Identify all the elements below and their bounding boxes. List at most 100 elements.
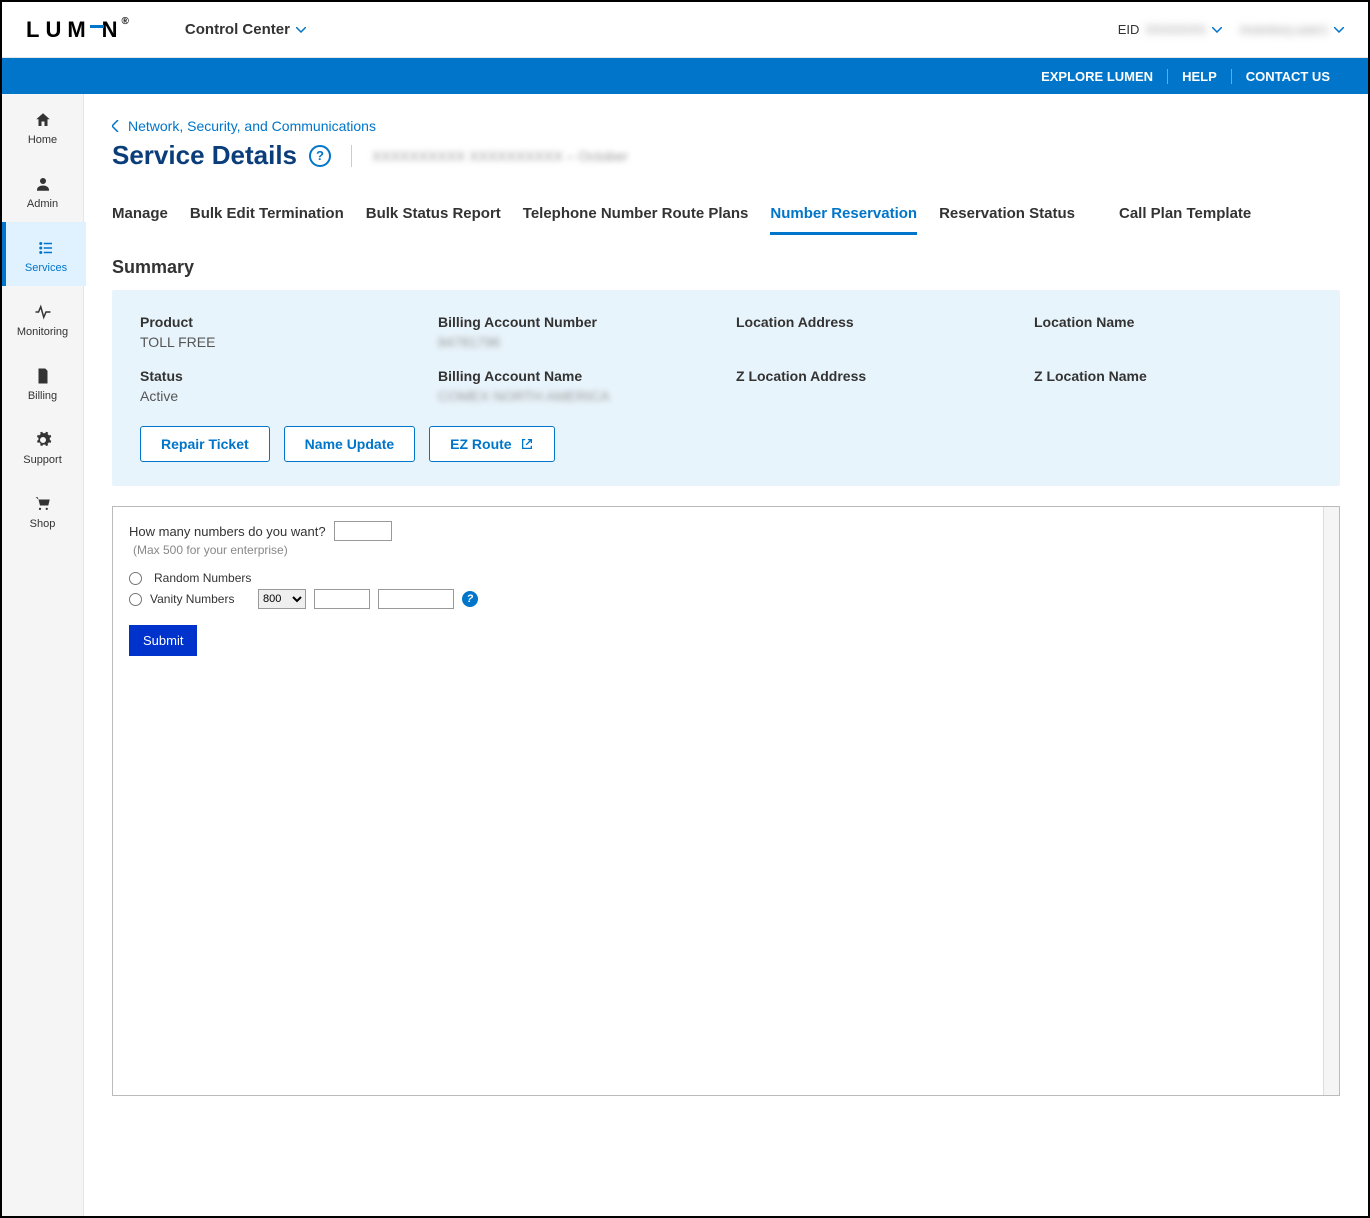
sidebar-item-label: Home (28, 134, 57, 146)
prefix-select[interactable]: 800 (258, 589, 306, 609)
submit-button[interactable]: Submit (129, 625, 197, 656)
vanity-numbers-label: Vanity Numbers (150, 592, 250, 606)
logo-bar-icon (90, 25, 104, 28)
invoice-icon (33, 366, 53, 386)
user-value: inventory.user1 (1240, 22, 1328, 37)
summary-field-value: 84781796 (438, 334, 716, 350)
breadcrumb-label: Network, Security, and Communications (128, 118, 376, 134)
sidebar-item-label: Support (23, 454, 62, 466)
chevron-left-icon (112, 120, 120, 132)
tab-manage[interactable]: Manage (112, 195, 168, 235)
help-icon[interactable]: ? (462, 591, 478, 607)
random-numbers-label: Random Numbers (154, 571, 254, 585)
logo-text-2: N (102, 17, 124, 43)
control-center-label: Control Center (185, 21, 290, 38)
registered-icon: ® (122, 16, 129, 27)
summary-location-name: Location Name (1034, 314, 1312, 350)
name-update-button[interactable]: Name Update (284, 426, 415, 462)
explore-lumen-link[interactable]: EXPLORE LUMEN (1027, 69, 1167, 84)
summary-actions: Repair Ticket Name Update EZ Route (140, 426, 1312, 462)
control-center-dropdown[interactable]: Control Center (185, 21, 306, 38)
tab-bulk-status-report[interactable]: Bulk Status Report (366, 195, 501, 235)
sidebar: Home Admin Services Monitoring Billing S… (2, 94, 84, 1216)
main-content: Network, Security, and Communications Se… (84, 94, 1368, 1216)
random-numbers-radio[interactable] (129, 572, 142, 585)
list-icon (36, 238, 56, 258)
help-icon[interactable]: ? (309, 145, 331, 167)
summary-grid: Product TOLL FREE Billing Account Number… (140, 314, 1312, 404)
tab-telephone-number-route-plans[interactable]: Telephone Number Route Plans (523, 195, 749, 235)
summary-field-value: Active (140, 388, 418, 404)
summary-field-label: Product (140, 314, 418, 330)
breadcrumb[interactable]: Network, Security, and Communications (112, 118, 1340, 134)
sidebar-item-shop[interactable]: Shop (2, 478, 83, 542)
chevron-down-icon (1334, 27, 1344, 33)
sidebar-item-home[interactable]: Home (2, 94, 83, 158)
user-icon (33, 174, 53, 194)
help-link[interactable]: HELP (1167, 69, 1231, 84)
quantity-hint: (Max 500 for your enterprise) (133, 543, 1323, 557)
user-dropdown[interactable]: inventory.user1 (1240, 22, 1344, 37)
scrollbar-thumb[interactable] (1326, 509, 1337, 549)
quantity-input[interactable] (334, 521, 392, 541)
top-nav-bar: EXPLORE LUMEN HELP CONTACT US (2, 58, 1368, 94)
summary-title: Summary (112, 257, 1340, 278)
logo-text-1: LUM (26, 17, 92, 43)
summary-field-label: Billing Account Name (438, 368, 716, 384)
sidebar-item-monitoring[interactable]: Monitoring (2, 286, 83, 350)
summary-status: Status Active (140, 368, 418, 404)
external-link-icon (520, 437, 534, 451)
eid-dropdown[interactable]: EID XXXXXXX (1118, 22, 1222, 37)
sidebar-item-label: Services (25, 262, 67, 274)
sidebar-item-support[interactable]: Support (2, 414, 83, 478)
summary-z-location-address: Z Location Address (736, 368, 1014, 404)
home-icon (33, 110, 53, 130)
quantity-label: How many numbers do you want? (129, 524, 326, 539)
summary-field-label: Location Name (1034, 314, 1312, 330)
sidebar-item-label: Admin (27, 198, 58, 210)
sidebar-item-billing[interactable]: Billing (2, 350, 83, 414)
ez-route-button[interactable]: EZ Route (429, 426, 554, 462)
tab-bulk-edit-termination[interactable]: Bulk Edit Termination (190, 195, 344, 235)
summary-field-value: TOLL FREE (140, 334, 418, 350)
summary-field-label: Z Location Name (1034, 368, 1312, 384)
pulse-icon (33, 302, 53, 322)
page-title-row: Service Details ? XXXXXXXXXX XXXXXXXXXX … (112, 140, 1340, 171)
lumen-logo: LUM N® (26, 17, 129, 43)
chevron-down-icon (296, 27, 306, 33)
summary-box: Product TOLL FREE Billing Account Number… (112, 290, 1340, 486)
summary-ban-name: Billing Account Name COMEX NORTH AMERICA (438, 368, 716, 404)
cart-icon (33, 494, 53, 514)
random-numbers-row: Random Numbers (129, 571, 1323, 585)
summary-field-label: Location Address (736, 314, 1014, 330)
summary-z-location-name: Z Location Name (1034, 368, 1312, 404)
summary-location-address: Location Address (736, 314, 1014, 350)
tab-reservation-status[interactable]: Reservation Status (939, 195, 1075, 235)
eid-label: EID (1118, 22, 1140, 37)
summary-ban: Billing Account Number 84781796 (438, 314, 716, 350)
header-right: EID XXXXXXX inventory.user1 (1118, 22, 1344, 37)
vanity-numbers-row: Vanity Numbers 800 ? (129, 589, 1323, 609)
reservation-panel: How many numbers do you want? (Max 500 f… (112, 506, 1340, 1096)
sidebar-item-services[interactable]: Services (2, 222, 86, 286)
header: LUM N® Control Center EID XXXXXXX invento… (2, 2, 1368, 58)
quantity-row: How many numbers do you want? (129, 521, 1323, 541)
eid-value: XXXXXXX (1145, 22, 1206, 37)
summary-field-value: COMEX NORTH AMERICA (438, 388, 716, 404)
number-type-radio-group: Random Numbers Vanity Numbers 800 ? (129, 571, 1323, 609)
tabs: Manage Bulk Edit Termination Bulk Status… (112, 195, 1340, 235)
repair-ticket-button[interactable]: Repair Ticket (140, 426, 270, 462)
sidebar-item-label: Billing (28, 390, 57, 402)
vanity-numbers-radio[interactable] (129, 593, 142, 606)
sidebar-item-label: Monitoring (17, 326, 68, 338)
summary-field-label: Status (140, 368, 418, 384)
divider (351, 145, 352, 167)
sidebar-item-label: Shop (30, 518, 56, 530)
sidebar-item-admin[interactable]: Admin (2, 158, 83, 222)
contact-us-link[interactable]: CONTACT US (1231, 69, 1344, 84)
tab-number-reservation[interactable]: Number Reservation (770, 195, 917, 235)
title-meta: XXXXXXXXXX XXXXXXXXXX – October (372, 148, 628, 164)
vanity-input-2[interactable] (378, 589, 454, 609)
vanity-input-1[interactable] (314, 589, 370, 609)
tab-call-plan-template[interactable]: Call Plan Template (1119, 195, 1251, 235)
